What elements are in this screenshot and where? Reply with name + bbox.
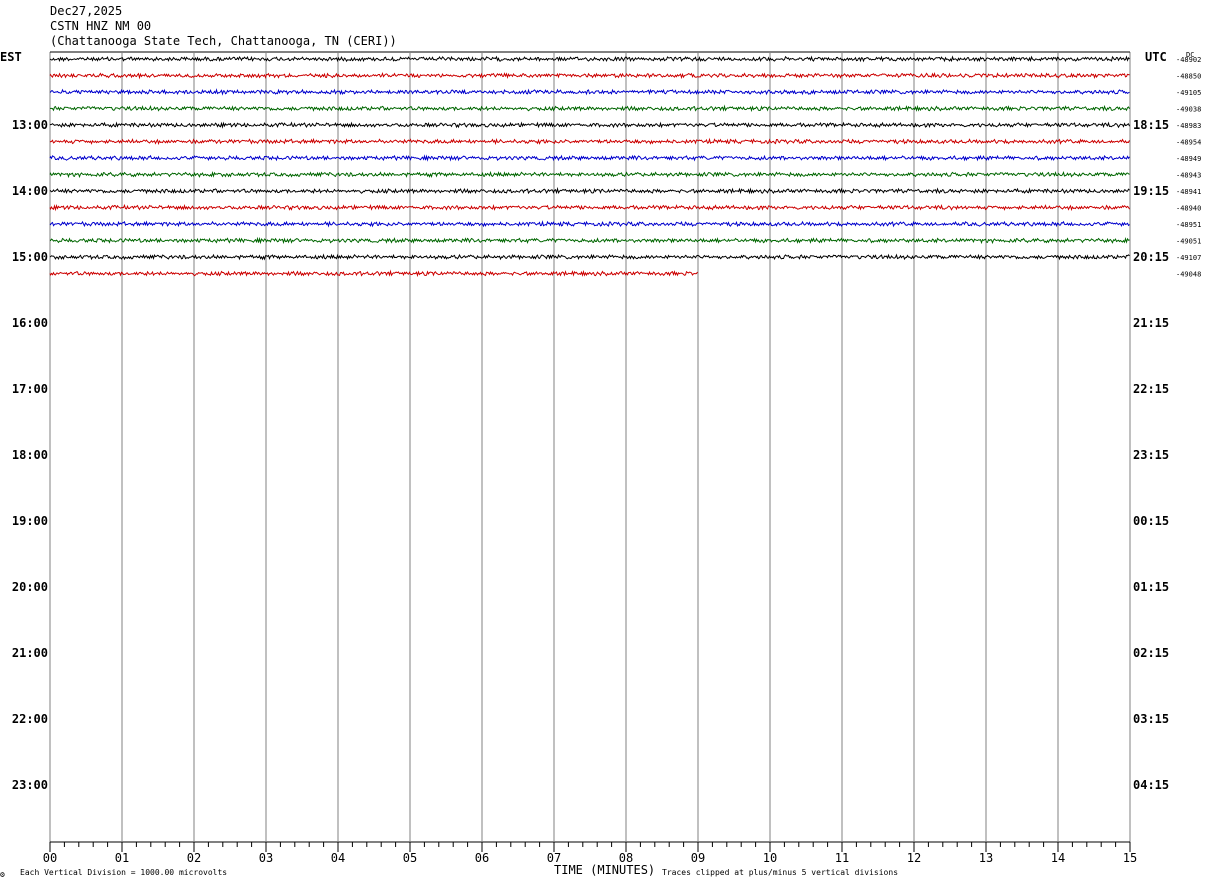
left-hour-label: 22:00 — [12, 712, 48, 726]
helicorder-page: Dec27,2025 CSTN HNZ NM 00 (Chattanooga S… — [0, 0, 1210, 886]
trace-dc-offset: -48949 — [1176, 155, 1201, 163]
trace-dc-offset: -48983 — [1176, 122, 1201, 130]
left-hour-label: 13:00 — [12, 118, 48, 132]
x-tick-label: 10 — [763, 851, 777, 865]
right-hour-label: 18:15 — [1133, 118, 1169, 132]
x-tick-label: 09 — [691, 851, 705, 865]
scale-note: Each Vertical Division = 1000.00 microvo… — [20, 868, 228, 877]
x-tick-label: 14 — [1051, 851, 1065, 865]
x-tick-label: 11 — [835, 851, 849, 865]
seismic-trace — [49, 236, 1130, 245]
right-hour-label: 04:15 — [1133, 778, 1169, 792]
seismic-trace — [49, 104, 1130, 113]
x-tick-label: 12 — [907, 851, 921, 865]
x-tick-label: 03 — [259, 851, 273, 865]
seismic-trace — [49, 121, 1130, 129]
seismic-trace — [49, 203, 1130, 212]
right-hour-label: 00:15 — [1133, 514, 1169, 528]
seismic-trace — [49, 186, 1130, 195]
right-hour-label: 20:15 — [1133, 250, 1169, 264]
seismic-trace — [49, 55, 1130, 63]
x-tick-label: 13 — [979, 851, 993, 865]
trace-dc-offset: -49038 — [1176, 106, 1201, 114]
right-hour-label: 21:15 — [1133, 316, 1169, 330]
corner-logo-icon: ⚙ — [0, 870, 5, 879]
left-hour-label: 14:00 — [12, 184, 48, 198]
right-hour-label: 03:15 — [1133, 712, 1169, 726]
x-axis-title: TIME (MINUTES) — [554, 863, 656, 877]
x-tick-label: 02 — [187, 851, 201, 865]
clip-note: Traces clipped at plus/minus 5 vertical … — [662, 868, 899, 877]
trace-dc-offset: -48941 — [1176, 188, 1201, 196]
trace-dc-offset: -48850 — [1176, 73, 1201, 81]
trace-dc-offset: -48954 — [1176, 139, 1201, 147]
x-tick-label: 00 — [43, 851, 57, 865]
seismic-trace — [49, 72, 1130, 80]
left-hour-label: 15:00 — [12, 250, 48, 264]
seismic-trace — [49, 88, 1130, 96]
trace-dc-offset: -48940 — [1176, 205, 1201, 213]
seismic-trace — [49, 269, 698, 278]
seismic-trace — [49, 220, 1130, 228]
seismic-trace — [49, 170, 1130, 179]
left-hour-label: 20:00 — [12, 580, 48, 594]
trace-dc-offset: -49048 — [1176, 271, 1201, 279]
trace-dc-offset: -49107 — [1176, 254, 1201, 262]
left-hour-label: 18:00 — [12, 448, 48, 462]
trace-dc-offset: -48951 — [1176, 221, 1201, 229]
trace-dc-offset: -49105 — [1176, 89, 1201, 97]
seismic-trace — [49, 137, 1130, 146]
trace-dc-offset: -48943 — [1176, 172, 1201, 180]
left-hour-label: 16:00 — [12, 316, 48, 330]
left-hour-label: 17:00 — [12, 382, 48, 396]
left-hour-label: 23:00 — [12, 778, 48, 792]
x-tick-label: 05 — [403, 851, 417, 865]
right-hour-label: 02:15 — [1133, 646, 1169, 660]
left-hour-label: 21:00 — [12, 646, 48, 660]
helicorder-plot: 00 01 02 03 04 05 06 07 08 09 10 11 12 13 14 1513:0014:… — [12, 51, 1201, 865]
trace-dc-offset: -48902 — [1176, 56, 1201, 64]
right-hour-label: 01:15 — [1133, 580, 1169, 594]
seismic-trace — [49, 154, 1130, 162]
right-hour-label: 19:15 — [1133, 184, 1169, 198]
x-tick-label: 04 — [331, 851, 345, 865]
right-hour-label: 22:15 — [1133, 382, 1169, 396]
right-hour-label: 23:15 — [1133, 448, 1169, 462]
x-tick-label: 01 — [115, 851, 129, 865]
x-tick-label: 15 — [1123, 851, 1137, 865]
x-tick-label: 06 — [475, 851, 489, 865]
left-hour-label: 19:00 — [12, 514, 48, 528]
seismic-trace — [49, 253, 1130, 261]
trace-dc-offset: -49051 — [1176, 238, 1201, 246]
